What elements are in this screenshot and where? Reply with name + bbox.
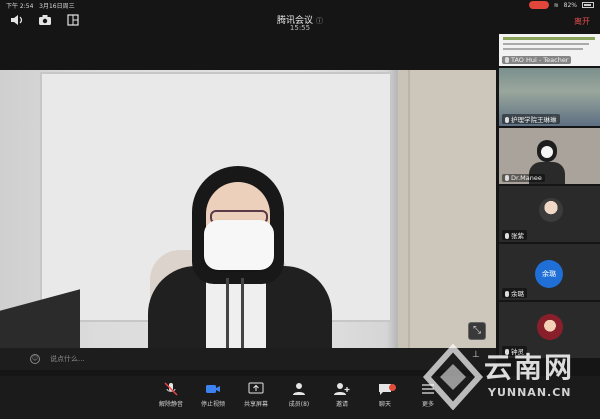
meeting-duration: 15:55 [289,24,311,32]
status-date: 3月16日周三 [39,3,75,10]
meeting-screen: 下午 2:54 3月16日周三 ≋ 82% 腾讯会议 ⓘ 15:55 离开 ⤡ … [0,0,600,419]
chat-input[interactable]: 说点什么... [28,351,148,367]
video-camera-icon [206,385,220,393]
members-icon [293,383,305,395]
watermark-logo-icon [422,344,484,410]
mic-icon [505,233,509,239]
mic-icon [505,117,509,123]
members-button[interactable]: 成员(8) [278,382,320,408]
avatar [537,314,563,340]
mic-icon [505,291,509,297]
participant-tile[interactable]: TAO Hui - Teacher [499,34,600,66]
status-time: 下午 2:54 [6,3,34,10]
participant-tile[interactable]: 余璐 余璐 [499,244,600,300]
chat-button[interactable]: 聊天 [364,382,406,408]
participant-tile[interactable]: 张紫 [499,186,600,242]
share-screen-button[interactable]: 共享屏幕 [235,382,277,408]
unmute-label: 解除静音 [158,401,183,408]
participant-tile[interactable]: Dr.Manee [499,128,600,184]
chat-label: 聊天 [378,401,391,408]
battery-level: 82% [563,1,577,9]
mic-icon [505,175,509,181]
avatar: 余璐 [535,260,563,288]
mic-off-icon [164,382,178,396]
leave-button[interactable]: 离开 [574,16,590,27]
wifi-icon: ≋ [553,1,559,9]
top-bar: 腾讯会议 ⓘ 15:55 离开 [0,10,600,34]
invite-icon [334,383,350,395]
main-video[interactable]: ⤡ [0,70,496,360]
participant-name: Dr.Manee [511,174,542,182]
stop-video-label: 停止视频 [200,401,225,408]
recording-indicator [528,1,549,9]
watermark-domain: YUNNAN.CN [488,386,572,399]
unmute-button[interactable]: 解除静音 [150,382,192,408]
participant-name: 护理学院王琳琳 [511,116,557,124]
participant-name: 张紫 [511,232,524,240]
members-label: 成员(8) [288,401,310,408]
share-screen-label: 共享屏幕 [243,401,268,408]
participant-sidebar[interactable]: TAO Hui - Teacher 护理学院王琳琳 Dr.Manee 张紫 余璐… [497,34,600,374]
stop-video-button[interactable]: 停止视频 [192,382,234,408]
participant-name: TAO Hui - Teacher [511,56,569,64]
watermark-brand: 云南网 [484,351,575,384]
invite-button[interactable]: 邀请 [321,382,363,408]
unread-badge [389,384,396,391]
share-screen-icon [248,382,264,394]
status-bar: 下午 2:54 3月16日周三 ≋ 82% [0,0,600,10]
battery-icon [582,2,594,8]
expand-icon[interactable]: ⤡ [468,322,486,340]
participant-tile[interactable]: 护理学院王琳琳 [499,68,600,126]
invite-label: 邀请 [335,401,348,408]
participant-name: 余璐 [511,290,524,298]
avatar [539,198,563,222]
mic-icon [505,57,509,63]
watermark: 云南网 YUNNAN.CN [418,340,600,419]
